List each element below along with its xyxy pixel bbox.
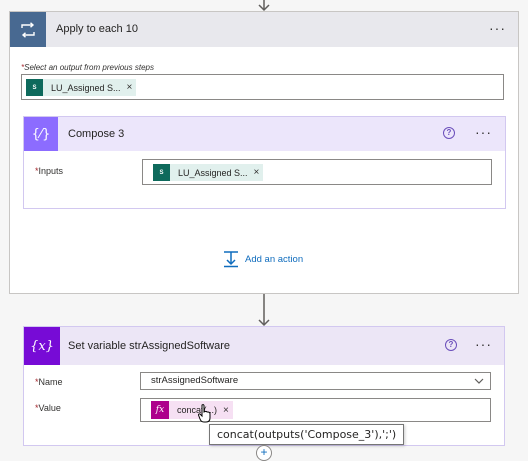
expression-tooltip: concat(outputs('Compose_3'),';') — [209, 424, 405, 445]
hand-cursor-icon — [198, 404, 211, 423]
compose-icon: {⁄} — [24, 117, 58, 151]
token-remove-button[interactable]: × — [254, 167, 264, 178]
set-variable-title: Set variable strAssignedSoftware — [68, 340, 231, 352]
name-label: *Name — [35, 377, 63, 387]
concat-expression-token[interactable]: fx concat(...) × — [151, 401, 233, 419]
name-dropdown[interactable]: strAssignedSoftware — [140, 372, 491, 390]
token-label: LU_Assigned S... — [178, 167, 248, 178]
add-action-button[interactable]: Add an action — [222, 250, 303, 268]
tooltip-text: concat(outputs('Compose_3'),';') — [217, 428, 397, 441]
inputs-field[interactable]: S LU_Assigned S... × — [142, 159, 492, 185]
set-variable-header[interactable]: {x} Set variable strAssignedSoftware ? ·… — [24, 327, 504, 365]
compose-icon-glyph: {⁄} — [31, 126, 51, 142]
variable-icon-glyph: {x} — [30, 338, 54, 354]
add-action-label: Add an action — [245, 253, 304, 265]
apply-to-each-more-menu[interactable]: ··· — [489, 20, 506, 36]
token-remove-button[interactable]: × — [127, 82, 137, 93]
compose-card: {⁄} Compose 3 ? ··· *Inputs S LU_Assigne… — [23, 116, 506, 209]
compose-title: Compose 3 — [68, 128, 125, 140]
expression-label: concat(...) — [177, 405, 218, 415]
select-output-label-text: Select an output from previous steps — [24, 63, 154, 72]
insert-step-button[interactable]: + — [256, 445, 272, 461]
fx-glyph: fx — [155, 405, 165, 415]
inputs-label-text: Inputs — [38, 166, 64, 176]
token-remove-button[interactable]: × — [223, 405, 233, 416]
token-label: LU_Assigned S... — [51, 82, 121, 93]
value-label: *Value — [35, 403, 61, 413]
sharepoint-icon: S — [153, 164, 170, 181]
help-icon[interactable]: ? — [443, 127, 455, 139]
name-label-text: Name — [38, 377, 63, 387]
fx-icon: fx — [151, 401, 169, 419]
value-label-text: Value — [38, 403, 61, 413]
apply-to-each-card: Apply to each 10 ··· *Select an output f… — [9, 11, 519, 294]
name-value: strAssignedSoftware — [151, 375, 239, 386]
lu-assigned-token[interactable]: S LU_Assigned S... × — [153, 164, 264, 181]
compose-more-menu[interactable]: ··· — [475, 124, 492, 140]
inputs-label: *Inputs — [35, 166, 63, 176]
loop-icon — [10, 12, 46, 47]
connector-arrow-icon — [258, 294, 270, 327]
set-variable-more-menu[interactable]: ··· — [475, 336, 492, 352]
add-action-icon — [224, 251, 238, 268]
apply-to-each-title: Apply to each 10 — [56, 23, 138, 35]
apply-to-each-header[interactable]: Apply to each 10 ··· — [10, 12, 518, 47]
sharepoint-icon: S — [26, 79, 43, 96]
lu-assigned-token[interactable]: S LU_Assigned S... × — [26, 79, 137, 96]
help-icon[interactable]: ? — [445, 339, 457, 351]
select-output-field[interactable]: S LU_Assigned S... × — [21, 74, 504, 100]
variable-icon: {x} — [24, 327, 60, 365]
select-output-label: *Select an output from previous steps — [21, 63, 154, 72]
value-field[interactable]: fx concat(...) × — [140, 398, 491, 422]
compose-header[interactable]: {⁄} Compose 3 ? ··· — [24, 117, 505, 151]
chevron-down-icon — [474, 378, 484, 384]
